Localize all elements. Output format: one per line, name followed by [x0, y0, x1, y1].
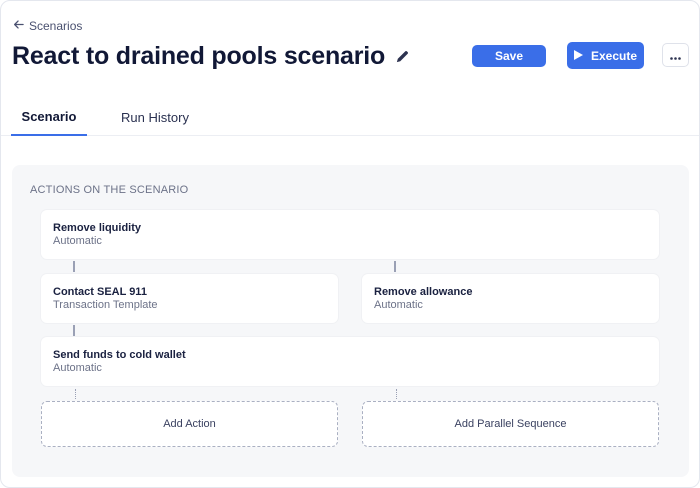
action-card-remove-liquidity[interactable]: Remove liquidity Automatic — [41, 210, 659, 259]
save-button[interactable]: Save — [472, 45, 546, 67]
action-type: Transaction Template — [53, 299, 158, 311]
parallel-connector — [394, 261, 396, 272]
tab-scenario[interactable]: Scenario — [11, 99, 87, 136]
sequence-connector — [73, 261, 75, 272]
back-link-label: Scenarios — [29, 19, 83, 33]
action-title: Remove liquidity — [53, 222, 142, 234]
back-to-scenarios-link[interactable]: Scenarios — [13, 18, 82, 34]
sequence-connector — [73, 325, 75, 336]
panel-heading: ACTIONS ON THE SCENARIO — [30, 184, 189, 196]
pencil-icon[interactable] — [395, 48, 411, 64]
action-card-remove-allowance[interactable]: Remove allowance Automatic — [362, 274, 659, 323]
dotted-connector — [396, 389, 397, 399]
more-options-button[interactable] — [662, 43, 689, 67]
arrow-left-icon — [13, 19, 24, 33]
action-card-contact-seal-911[interactable]: Contact SEAL 911 Transaction Template — [41, 274, 338, 323]
action-title: Send funds to cold wallet — [53, 349, 186, 361]
action-type: Automatic — [53, 235, 102, 247]
action-title: Contact SEAL 911 — [53, 286, 147, 298]
execute-button[interactable]: Execute — [567, 42, 644, 69]
page-title-row: React to drained pools scenario — [12, 39, 411, 73]
execute-button-label: Execute — [590, 48, 638, 63]
add-action-button[interactable]: Add Action — [41, 401, 338, 447]
page-title: React to drained pools scenario — [12, 41, 386, 70]
play-icon — [573, 49, 583, 63]
actions-panel: ACTIONS ON THE SCENARIO Remove liquidity… — [12, 165, 689, 477]
action-card-send-funds-to-cold-wallet[interactable]: Send funds to cold wallet Automatic — [41, 337, 659, 386]
dotted-connector — [75, 389, 76, 399]
action-type: Automatic — [374, 299, 423, 311]
action-type: Automatic — [53, 362, 102, 374]
tab-bar: Scenario Run History — [1, 99, 699, 136]
add-parallel-sequence-button[interactable]: Add Parallel Sequence — [362, 401, 659, 447]
ellipsis-icon — [670, 48, 681, 63]
scenario-page: Scenarios React to drained pools scenari… — [0, 0, 700, 488]
tab-run-history[interactable]: Run History — [113, 99, 197, 136]
action-title: Remove allowance — [374, 286, 473, 298]
